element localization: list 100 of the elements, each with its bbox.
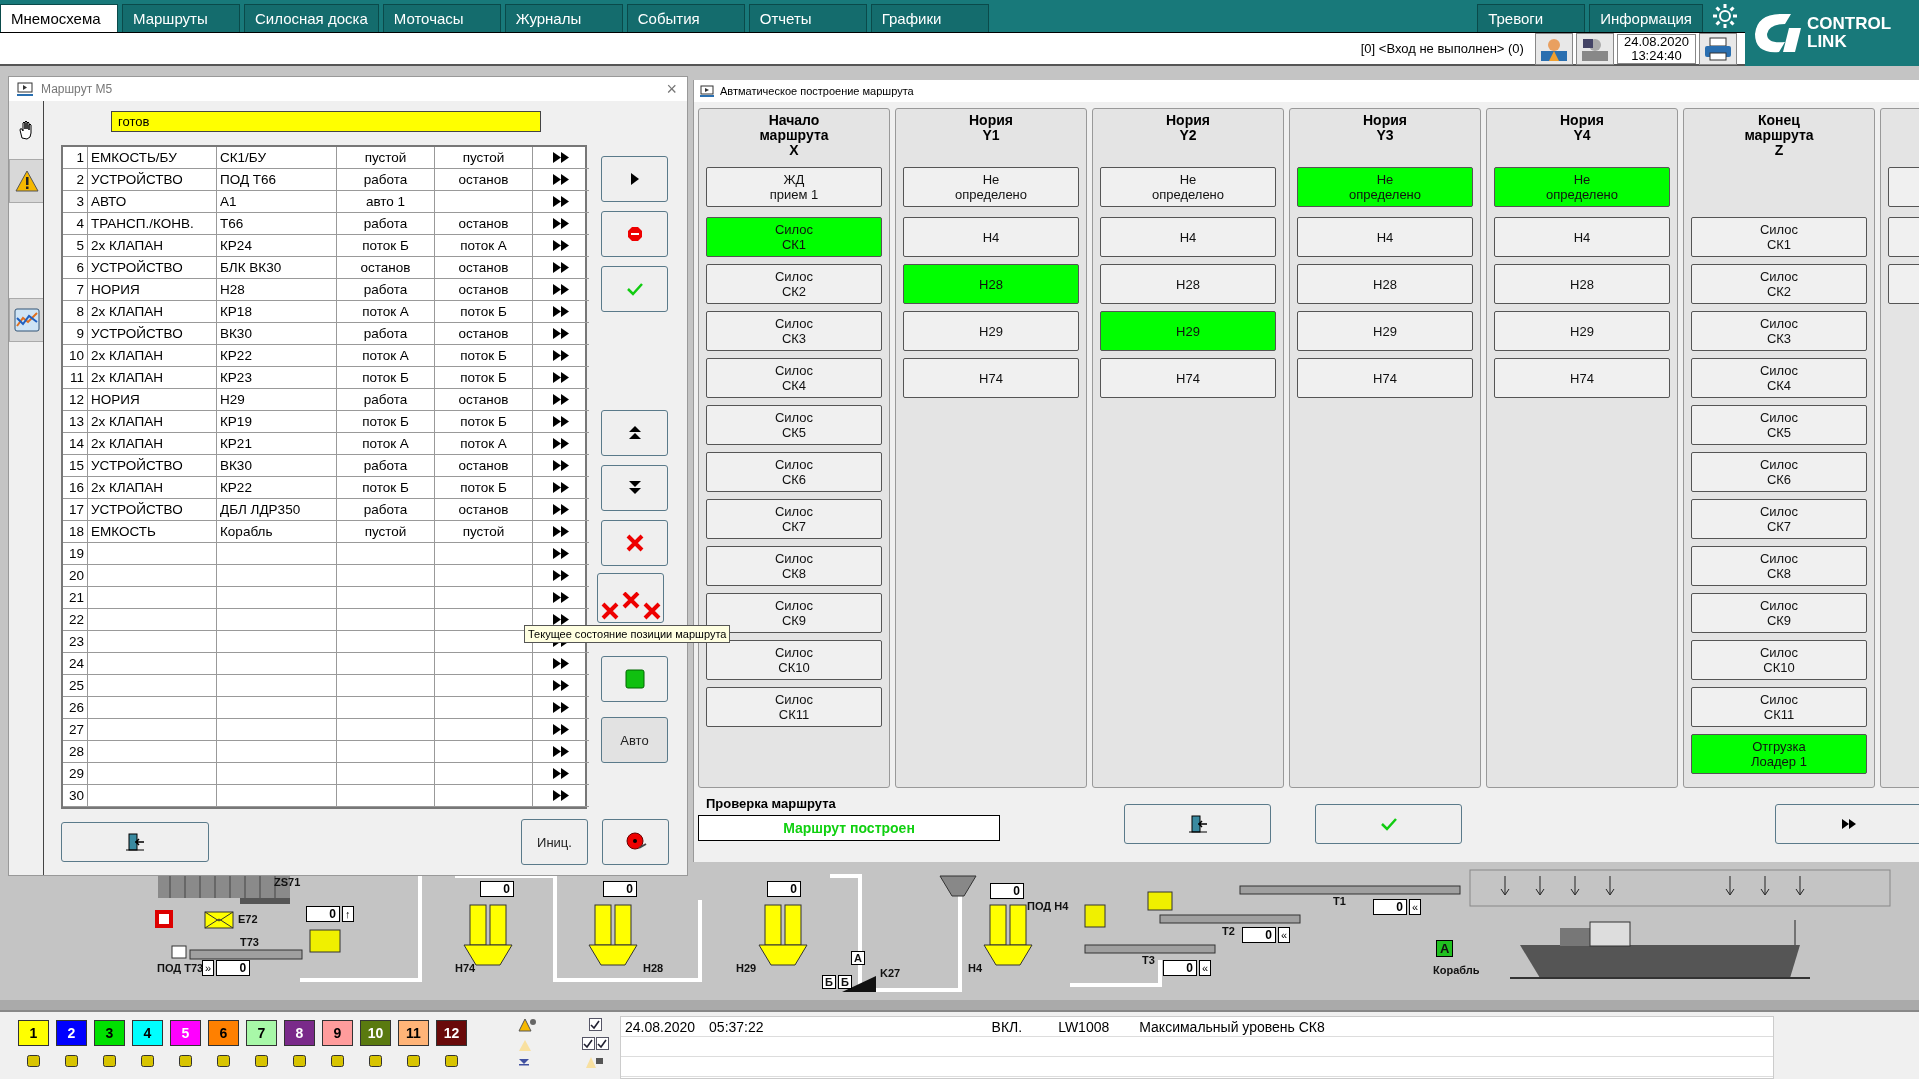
- tab[interactable]: Силосная доска: [244, 4, 379, 32]
- confirm-button[interactable]: [601, 266, 668, 312]
- route-option-button[interactable]: Силос СК9: [1691, 593, 1867, 633]
- warning-monitor-icon[interactable]: [586, 1056, 604, 1069]
- fast-forward-icon[interactable]: [553, 614, 569, 625]
- fast-forward-icon[interactable]: [553, 152, 569, 163]
- fast-forward-icon[interactable]: [553, 746, 569, 757]
- route-option-button[interactable]: Н74: [1100, 358, 1276, 398]
- counter-button[interactable]: «: [1409, 899, 1422, 915]
- warning-icon[interactable]: [518, 1018, 536, 1033]
- color-button[interactable]: 8: [284, 1020, 315, 1046]
- route-option-button[interactable]: Силос СК7: [1691, 499, 1867, 539]
- color-button[interactable]: 7: [246, 1020, 277, 1046]
- route-option-button[interactable]: Н4: [1100, 217, 1276, 257]
- checkbox[interactable]: [581, 1037, 595, 1050]
- fast-forward-icon[interactable]: [553, 196, 569, 207]
- settings-icon[interactable]: [1711, 2, 1739, 30]
- tab[interactable]: Информация: [1589, 4, 1703, 32]
- fast-forward-icon[interactable]: [553, 790, 569, 801]
- route-option-button[interactable]: Н28: [1100, 264, 1276, 304]
- tab[interactable]: Отчеты: [748, 4, 867, 32]
- fast-forward-icon[interactable]: [553, 328, 569, 339]
- color-button[interactable]: 10: [360, 1020, 391, 1046]
- counter-button[interactable]: «: [1278, 927, 1291, 943]
- route-option-button[interactable]: Силос СК6: [706, 452, 882, 492]
- route-option-button[interactable]: Силос СК2: [706, 264, 882, 304]
- play-button[interactable]: [601, 156, 668, 202]
- route-option-button[interactable]: Силос СК7: [706, 499, 882, 539]
- tab[interactable]: Тревоги: [1477, 4, 1586, 32]
- tab[interactable]: Моточасы: [382, 4, 501, 32]
- color-button[interactable]: 4: [132, 1020, 163, 1046]
- route-option-button[interactable]: Силос СК5: [1691, 405, 1867, 445]
- tab[interactable]: Маршруты: [122, 4, 240, 32]
- stop-button[interactable]: [601, 211, 668, 257]
- move-up-button[interactable]: [601, 410, 668, 456]
- route-option-button[interactable]: Силос СК9: [706, 593, 882, 633]
- fast-forward-icon[interactable]: [553, 240, 569, 251]
- chart-icon[interactable]: [13, 308, 40, 332]
- route-option-button[interactable]: Н4: [1494, 217, 1670, 257]
- route-option-button[interactable]: Силос СК6: [1691, 452, 1867, 492]
- route-option-button[interactable]: Н29: [1494, 311, 1670, 351]
- counter-button[interactable]: «: [1199, 960, 1212, 976]
- exit-button[interactable]: [1124, 804, 1271, 844]
- route-option-button[interactable]: Не определено: [1494, 167, 1670, 207]
- delete-button[interactable]: [601, 520, 668, 566]
- color-button[interactable]: 6: [208, 1020, 239, 1046]
- route-option-button[interactable]: Силос СК5: [706, 405, 882, 445]
- counter-button[interactable]: »: [202, 960, 215, 976]
- color-button[interactable]: 3: [94, 1020, 125, 1046]
- checkbox[interactable]: [588, 1018, 602, 1031]
- route-option-button[interactable]: Н74: [1494, 358, 1670, 398]
- user-icon[interactable]: [1581, 36, 1608, 61]
- fast-forward-icon[interactable]: [553, 438, 569, 449]
- fast-forward-icon[interactable]: [553, 768, 569, 779]
- tab[interactable]: Мнемосхема: [0, 4, 118, 32]
- fast-forward-icon[interactable]: [553, 570, 569, 581]
- checkbox[interactable]: [595, 1037, 609, 1050]
- record-button[interactable]: [602, 819, 669, 865]
- color-button[interactable]: 2: [56, 1020, 87, 1046]
- fast-forward-icon[interactable]: [553, 306, 569, 317]
- fast-forward-icon[interactable]: [553, 724, 569, 735]
- route-option-button[interactable]: Н4: [903, 217, 1079, 257]
- color-button[interactable]: 1: [18, 1020, 49, 1046]
- close-button[interactable]: ×: [664, 78, 679, 100]
- route-option-button[interactable]: Н28: [1297, 264, 1473, 304]
- route-option-button[interactable]: Силос СК11: [1691, 687, 1867, 727]
- fast-forward-icon[interactable]: [553, 504, 569, 515]
- fast-forward-icon[interactable]: [553, 284, 569, 295]
- user-icon[interactable]: [1540, 36, 1567, 61]
- route-option-button[interactable]: Н74: [903, 358, 1079, 398]
- color-button[interactable]: 9: [322, 1020, 353, 1046]
- fast-forward-icon[interactable]: [553, 372, 569, 383]
- route-option-button[interactable]: Силос СК10: [706, 640, 882, 680]
- route-option-button[interactable]: Силос СК10: [1691, 640, 1867, 680]
- route-option-button[interactable]: Силос СК2: [1691, 264, 1867, 304]
- fast-forward-icon[interactable]: [553, 702, 569, 713]
- route-option-button[interactable]: Силос СК8: [1691, 546, 1867, 586]
- fast-forward-icon[interactable]: [553, 460, 569, 471]
- route-option-button[interactable]: Силос СК8: [706, 546, 882, 586]
- auto-button[interactable]: Авто: [601, 717, 668, 763]
- exit-button[interactable]: [61, 822, 209, 862]
- init-button[interactable]: Иниц.: [521, 819, 588, 865]
- route-option-button[interactable]: Н28: [1494, 264, 1670, 304]
- route-option-button[interactable]: Силос СК4: [706, 358, 882, 398]
- move-down-button[interactable]: [601, 465, 668, 511]
- fast-forward-icon[interactable]: [553, 416, 569, 427]
- confirm-button[interactable]: [1315, 804, 1462, 844]
- fast-forward-icon[interactable]: [553, 482, 569, 493]
- forward-button[interactable]: [1775, 804, 1919, 844]
- route-option-button[interactable]: Н29: [1297, 311, 1473, 351]
- route-option-button[interactable]: Силос СК1: [1691, 217, 1867, 257]
- fast-forward-icon[interactable]: [553, 174, 569, 185]
- route-option-button[interactable]: Н74: [1297, 358, 1473, 398]
- warning-icon[interactable]: [14, 170, 39, 192]
- route-option-button[interactable]: Н29: [903, 311, 1079, 351]
- indicator-button[interactable]: [601, 656, 668, 702]
- arrow-down-icon[interactable]: [518, 1058, 530, 1066]
- tab[interactable]: Графики: [870, 4, 989, 32]
- fast-forward-icon[interactable]: [553, 592, 569, 603]
- route-option-button[interactable]: Силос СК3: [1691, 311, 1867, 351]
